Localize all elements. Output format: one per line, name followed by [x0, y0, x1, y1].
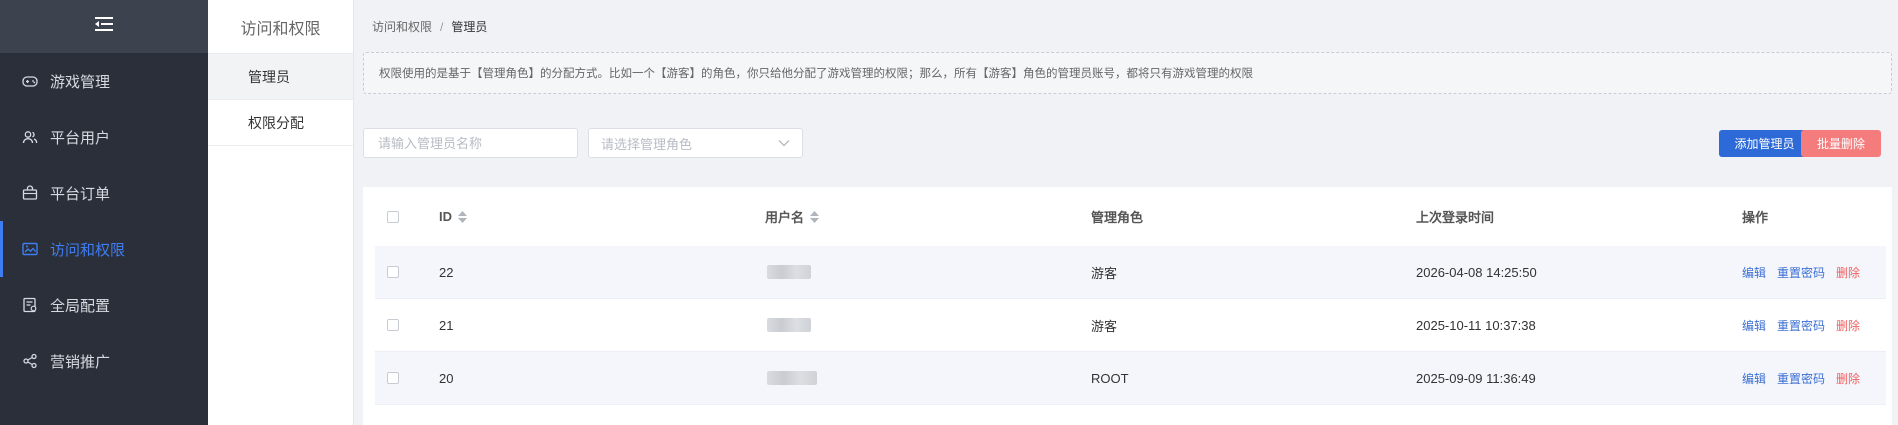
- header-label: 用户名: [765, 210, 805, 225]
- notice-text: 权限使用的是基于【管理角色】的分配方式。比如一个【游客】的角色，你只给他分配了游…: [379, 68, 1253, 80]
- column-header-ops: 操作: [1742, 210, 1769, 225]
- sidebar-item-game-management[interactable]: 游戏管理: [0, 53, 208, 109]
- subnav-title: 访问和权限: [208, 0, 353, 54]
- subnav-item-permission-assignment[interactable]: 权限分配: [208, 100, 353, 146]
- cell-role: 游客: [1091, 318, 1118, 334]
- sidebar-item-label: 访问和权限: [50, 241, 126, 259]
- redacted-username: [767, 265, 811, 279]
- role-select[interactable]: 请选择管理角色: [588, 128, 803, 158]
- breadcrumb-current: 管理员: [451, 20, 488, 34]
- cell-id: 20: [439, 370, 454, 386]
- admin-name-input[interactable]: [363, 128, 578, 158]
- batch-delete-button[interactable]: 批量删除: [1801, 130, 1881, 157]
- sort-icon: [810, 210, 820, 223]
- users-icon: [22, 129, 38, 145]
- column-header-role: 管理角色: [1091, 210, 1144, 225]
- sidebar-item-label: 平台订单: [50, 185, 111, 203]
- sidebar: 游戏管理 平台用户 平台订单 访问和权限 全局配置 营销推广: [0, 0, 208, 425]
- config-icon: [22, 297, 38, 313]
- reset-password-link[interactable]: 重置密码: [1777, 264, 1825, 281]
- cell-role: ROOT: [1091, 370, 1129, 386]
- subnav-item-administrators[interactable]: 管理员: [208, 54, 353, 100]
- reset-password-link[interactable]: 重置密码: [1777, 370, 1825, 387]
- admin-table: ID 用户名 管理角色 上次登录时间 操作 22 游客 2026-04-08 1…: [363, 187, 1892, 425]
- row-checkbox[interactable]: [387, 372, 399, 384]
- delete-link[interactable]: 删除: [1836, 370, 1860, 387]
- sidebar-item-label: 平台用户: [50, 129, 111, 147]
- edit-link[interactable]: 编辑: [1742, 317, 1766, 334]
- breadcrumb-separator: /: [440, 20, 444, 34]
- delete-link[interactable]: 删除: [1836, 317, 1860, 334]
- cell-last-login: 2025-09-09 11:36:49: [1416, 370, 1536, 386]
- gamepad-icon: [22, 73, 38, 89]
- sidebar-item-access-permissions[interactable]: 访问和权限: [0, 221, 208, 277]
- sidebar-collapse-toggle[interactable]: [0, 0, 208, 53]
- edit-link[interactable]: 编辑: [1742, 370, 1766, 387]
- sidebar-item-marketing[interactable]: 营销推广: [0, 333, 208, 389]
- row-checkbox[interactable]: [387, 319, 399, 331]
- delete-link[interactable]: 删除: [1836, 264, 1860, 281]
- select-all-checkbox[interactable]: [387, 210, 399, 223]
- cell-last-login: 2026-04-08 14:25:50: [1416, 264, 1537, 280]
- image-icon: [22, 241, 38, 257]
- sidebar-item-platform-users[interactable]: 平台用户: [0, 109, 208, 165]
- table-row: 20 ROOT 2025-09-09 11:36:49 编辑 重置密码 删除: [375, 352, 1886, 405]
- chevron-down-icon: [778, 139, 790, 147]
- breadcrumb-parent[interactable]: 访问和权限: [372, 20, 432, 34]
- menu-fold-icon: [95, 17, 113, 36]
- table-row: 22 游客 2026-04-08 14:25:50 编辑 重置密码 删除: [375, 246, 1886, 299]
- sub-navigation: 访问和权限 管理员 权限分配: [208, 0, 354, 425]
- share-icon: [22, 353, 38, 369]
- sort-icon: [458, 210, 467, 223]
- role-select-placeholder: 请选择管理角色: [601, 136, 693, 152]
- breadcrumb: 访问和权限 / 管理员: [372, 18, 487, 35]
- cell-last-login: 2025-10-11 10:37:38: [1416, 317, 1536, 333]
- add-admin-button[interactable]: 添加管理员: [1719, 130, 1810, 157]
- cell-id: 21: [439, 317, 454, 333]
- subnav-item-label: 权限分配: [248, 114, 304, 131]
- reset-password-link[interactable]: 重置密码: [1777, 317, 1825, 334]
- cell-role: 游客: [1091, 265, 1118, 281]
- table-row: 21 游客 2025-10-11 10:37:38 编辑 重置密码 删除: [375, 299, 1886, 352]
- bag-icon: [22, 185, 38, 201]
- column-header-username[interactable]: 用户名: [765, 207, 820, 226]
- column-header-last-login: 上次登录时间: [1416, 210, 1495, 225]
- row-checkbox[interactable]: [387, 266, 399, 278]
- header-label: ID: [439, 209, 452, 224]
- redacted-username: [767, 371, 817, 385]
- edit-link[interactable]: 编辑: [1742, 264, 1766, 281]
- sidebar-item-global-config[interactable]: 全局配置: [0, 277, 208, 333]
- cell-id: 22: [439, 264, 454, 280]
- table-header-row: ID 用户名 管理角色 上次登录时间 操作: [375, 187, 1886, 247]
- subnav-item-label: 管理员: [248, 68, 290, 85]
- sidebar-item-platform-orders[interactable]: 平台订单: [0, 165, 208, 221]
- sidebar-item-label: 游戏管理: [50, 73, 111, 91]
- redacted-username: [767, 318, 811, 332]
- permission-notice: 权限使用的是基于【管理角色】的分配方式。比如一个【游客】的角色，你只给他分配了游…: [363, 52, 1892, 94]
- sidebar-item-label: 营销推广: [50, 353, 111, 371]
- column-header-id[interactable]: ID: [439, 209, 467, 224]
- main-content: 访问和权限 / 管理员 权限使用的是基于【管理角色】的分配方式。比如一个【游客】的角…: [354, 0, 1898, 425]
- sidebar-item-label: 全局配置: [50, 297, 111, 315]
